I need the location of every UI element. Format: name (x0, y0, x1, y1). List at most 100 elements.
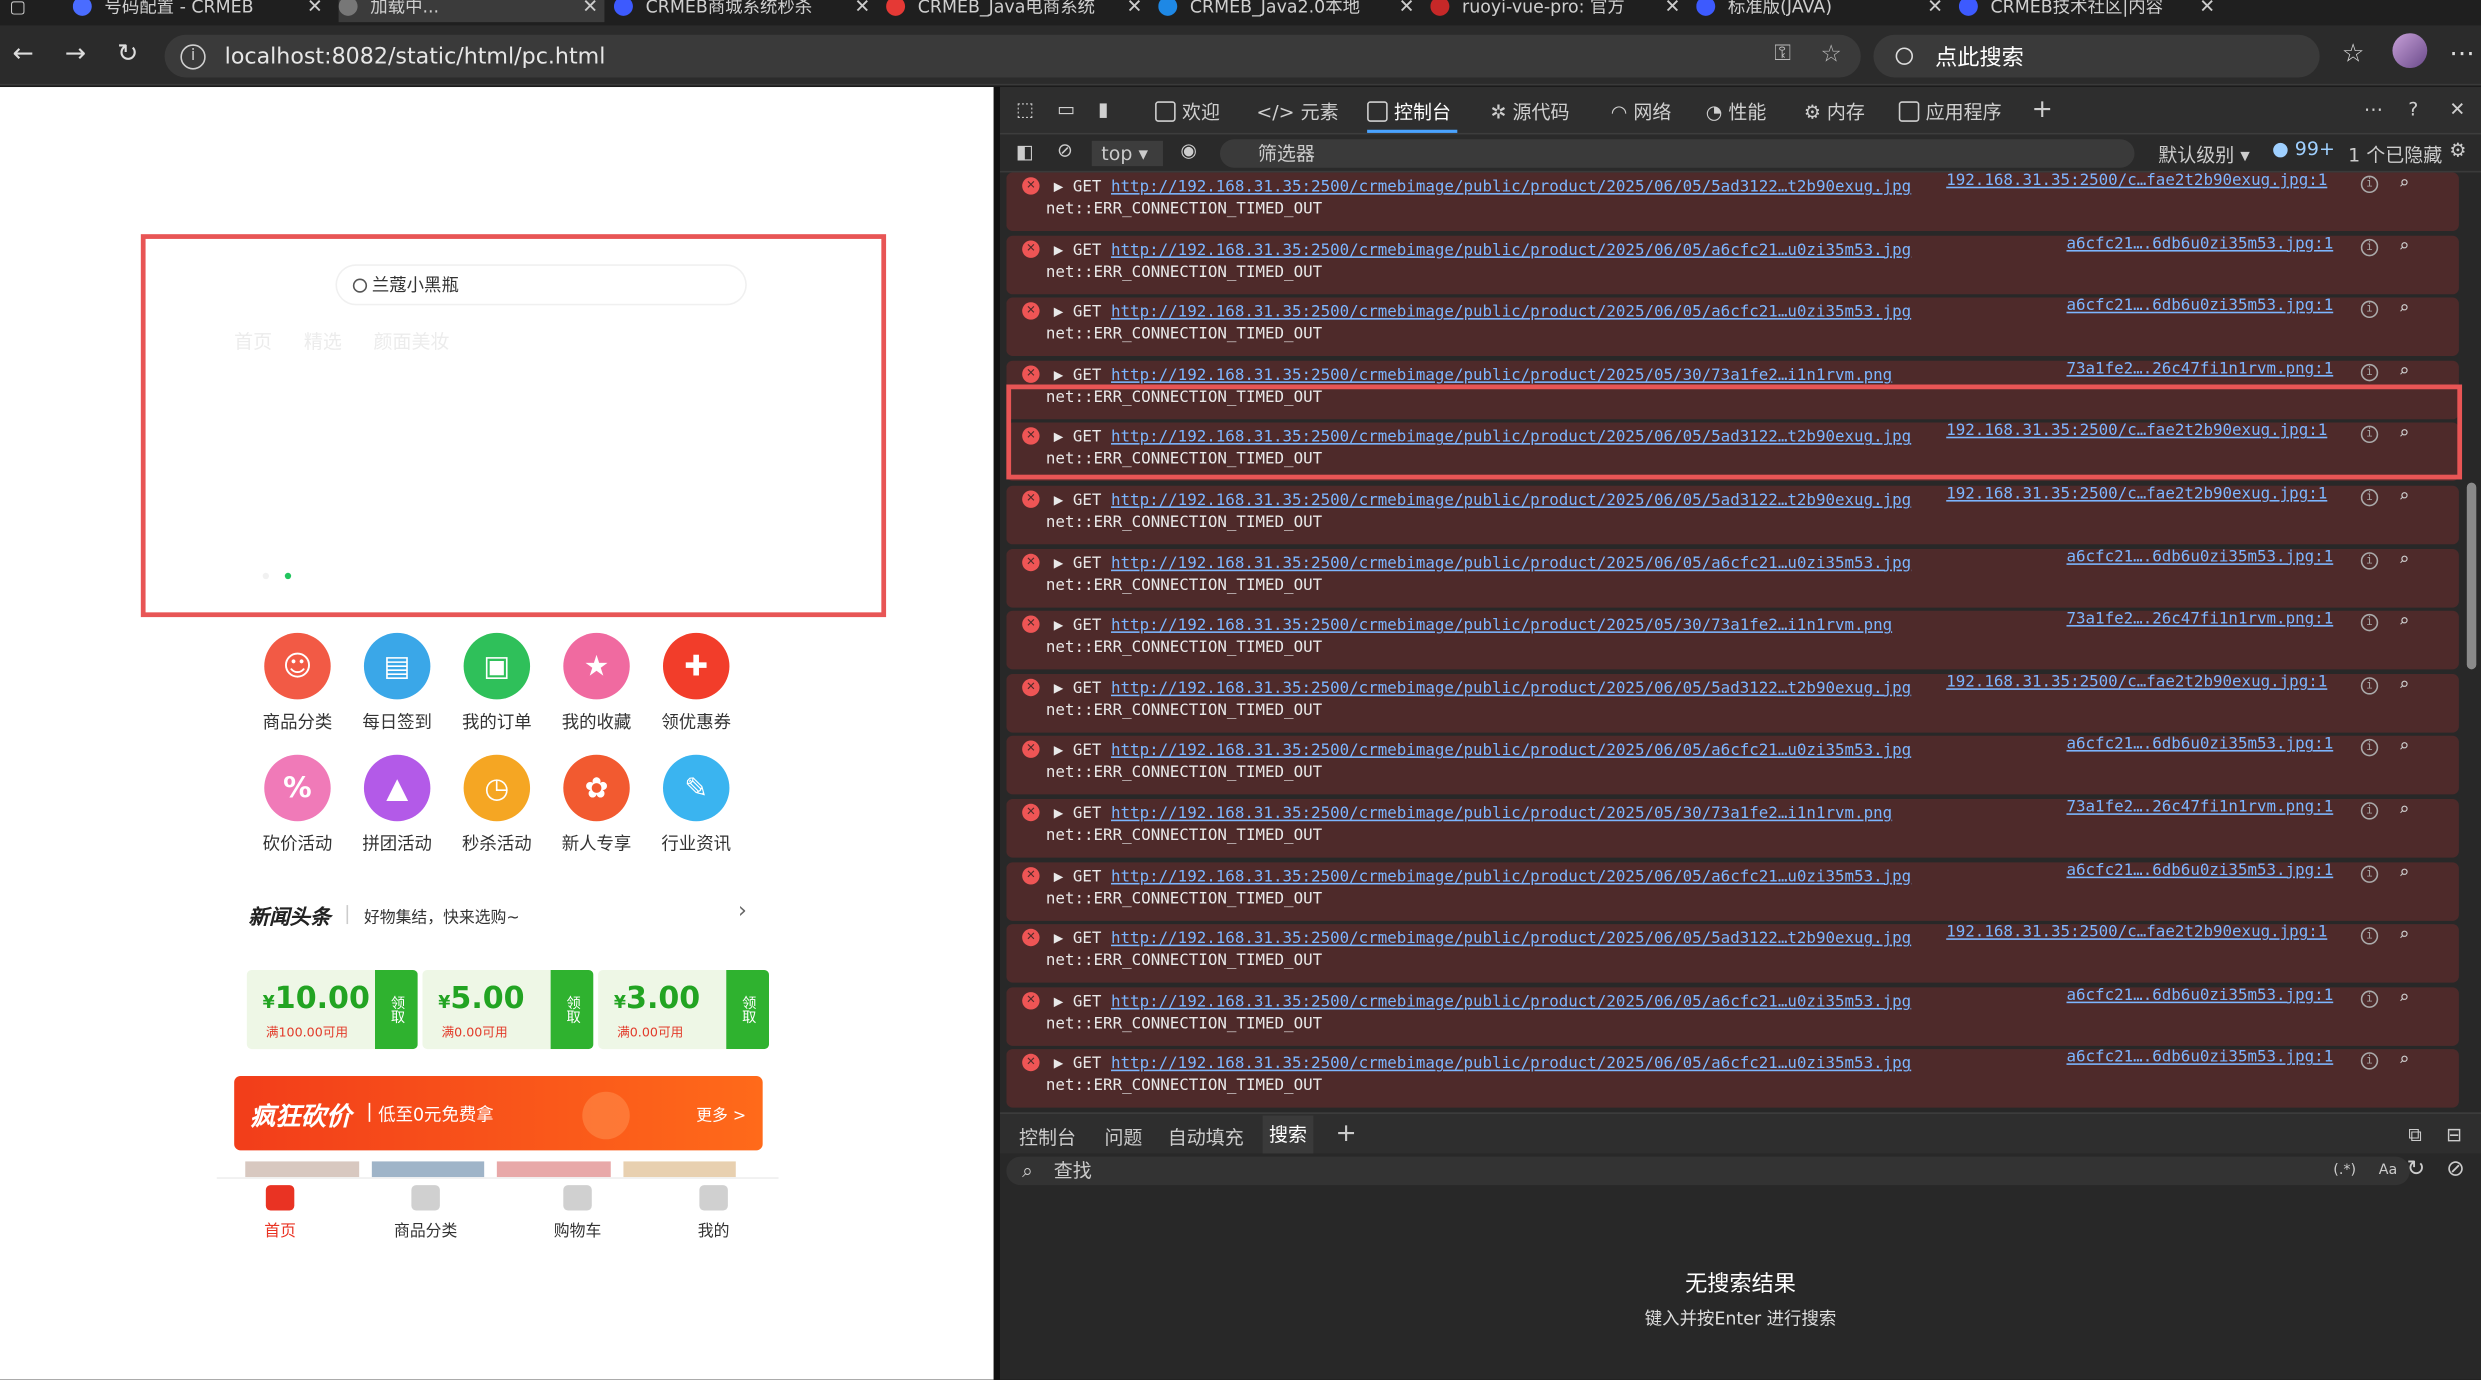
source-link[interactable]: a6cfc21….6db6u0zi35m53.jpg:1 (2066, 987, 2333, 1004)
browser-tab[interactable]: CRMEB_Java电商系统 ✕ (886, 0, 1149, 22)
console-error-row[interactable]: ✕ ▶ GET http://192.168.31.35:2500/crmebim… (1006, 861, 2459, 921)
request-url-link[interactable]: http://192.168.31.35:2500/crmebimage/pub… (1111, 367, 1892, 384)
browser-tab[interactable]: CRMEB_Java2.0本地 ✕ (1158, 0, 1421, 22)
close-tab-icon[interactable]: ✕ (854, 0, 870, 17)
source-link[interactable]: a6cfc21….6db6u0zi35m53.jpg:1 (2066, 1050, 2333, 1067)
close-tab-icon[interactable]: ✕ (307, 0, 323, 17)
magnifier-icon[interactable]: ⌕ (2399, 486, 2409, 507)
browser-tab[interactable]: ruoyi-vue-pro: 官方 ✕ (1430, 0, 1686, 22)
magnifier-icon[interactable]: ⌕ (2399, 1050, 2409, 1071)
source-link[interactable]: 192.168.31.35:2500/c…fae2t2b90exug.jpg:1 (1946, 486, 2327, 503)
browser-tab[interactable]: 标准版(JAVA) ✕ (1696, 0, 1949, 22)
browser-tab[interactable]: CRMEB技术社区|内容 ✕ (1958, 0, 2222, 22)
request-url-link[interactable]: http://192.168.31.35:2500/crmebimage/pub… (1111, 931, 1911, 948)
request-line[interactable]: ▶ GET http://192.168.31.35:2500/crmebima… (1054, 805, 1892, 822)
more-icon[interactable]: ⋯ (2364, 98, 2383, 120)
info-icon[interactable]: i (2360, 990, 2379, 1008)
product-thumb[interactable] (496, 1161, 610, 1178)
drawer-tab-autofill[interactable]: 自动填充 (1168, 1123, 1244, 1150)
magnifier-icon[interactable]: ⌕ (2399, 862, 2409, 883)
bottom-nav-cart[interactable]: 购物车 (530, 1185, 625, 1241)
source-link[interactable]: a6cfc21….6db6u0zi35m53.jpg:1 (2066, 548, 2333, 565)
eye-icon[interactable]: ◉ (1180, 139, 1197, 161)
bargain-banner[interactable]: 疯狂砍价 低至0元免费拿 更多 > (234, 1075, 763, 1151)
drawer-tab-console[interactable]: 控制台 (1019, 1123, 1076, 1150)
info-icon[interactable]: i (2360, 802, 2379, 820)
close-tab-icon[interactable]: ✕ (1399, 0, 1415, 17)
more-menu-icon[interactable]: ⋯ (2449, 38, 2474, 68)
magnifier-icon[interactable]: ⌕ (2399, 298, 2409, 319)
device-toggle-icon[interactable]: ▭ (1057, 98, 1075, 120)
console-error-row[interactable]: ✕ ▶ GET http://192.168.31.35:2500/crmebim… (1006, 736, 2459, 795)
favorites-icon[interactable]: ☆ (2342, 38, 2365, 68)
request-url-link[interactable]: http://192.168.31.35:2500/crmebimage/pub… (1111, 805, 1892, 822)
console-scrollbar[interactable] (2465, 182, 2478, 1195)
magnifier-icon[interactable]: ⌕ (2399, 736, 2409, 757)
forward-icon[interactable]: → (65, 38, 86, 68)
refresh-search-icon[interactable]: ↻ (2407, 1157, 2426, 1182)
dock-icon[interactable]: ⧉ (2408, 1123, 2422, 1147)
console-error-row[interactable]: ✕ ▶ GET http://192.168.31.35:2500/crmebim… (1006, 673, 2459, 733)
request-url-link[interactable]: http://192.168.31.35:2500/crmebimage/pub… (1111, 743, 1911, 760)
request-url-link[interactable]: http://192.168.31.35:2500/crmebimage/pub… (1111, 555, 1911, 572)
info-icon[interactable]: i (2360, 175, 2379, 194)
info-icon[interactable]: i (2360, 363, 2379, 382)
source-link[interactable]: 192.168.31.35:2500/c…fae2t2b90exug.jpg:1 (1946, 924, 2327, 941)
menu-item[interactable]: ★ 我的收藏 (549, 632, 644, 734)
favorite-star-icon[interactable]: ☆ (1821, 40, 1842, 68)
bottom-nav-category[interactable]: 商品分类 (378, 1185, 473, 1241)
magnifier-icon[interactable]: ⌕ (2399, 987, 2409, 1008)
info-icon[interactable]: i (2360, 676, 2379, 695)
magnifier-icon[interactable]: ⌕ (2399, 360, 2409, 381)
magnifier-icon[interactable]: ⌕ (2399, 611, 2409, 632)
magnifier-icon[interactable]: ⌕ (2399, 235, 2409, 256)
request-line[interactable]: ▶ GET http://192.168.31.35:2500/crmebima… (1054, 555, 1911, 572)
console-error-row[interactable]: ✕ ▶ GET http://192.168.31.35:2500/crmebim… (1006, 987, 2459, 1046)
clear-console-icon[interactable]: ⊘ (1057, 139, 1073, 161)
source-link[interactable]: 73a1fe2….26c47fi1n1rvm.png:1 (2066, 360, 2333, 377)
regex-toggle-icon[interactable]: (.*) (2333, 1157, 2356, 1185)
info-icon[interactable]: i (2360, 614, 2379, 632)
back-icon[interactable]: ← (13, 38, 34, 68)
tab-performance[interactable]: ◔ 性能 (1706, 98, 1767, 125)
request-url-link[interactable]: http://192.168.31.35:2500/crmebimage/pub… (1111, 993, 1911, 1010)
source-link[interactable]: a6cfc21….6db6u0zi35m53.jpg:1 (2066, 298, 2333, 315)
menu-item[interactable]: ▤ 每日签到 (350, 632, 445, 734)
tab-sources[interactable]: ✲ 源代码 (1491, 98, 1570, 125)
drawer-tab-search[interactable]: 搜索 (1262, 1115, 1314, 1154)
info-icon[interactable]: i (2360, 238, 2379, 256)
info-icon[interactable]: i (2360, 551, 2379, 569)
source-link[interactable]: 192.168.31.35:2500/c…fae2t2b90exug.jpg:1 (1946, 172, 2327, 189)
request-line[interactable]: ▶ GET http://192.168.31.35:2500/crmebima… (1054, 743, 1911, 760)
close-tab-icon[interactable]: ✕ (1664, 0, 1680, 17)
product-thumb[interactable] (371, 1161, 485, 1178)
url-field[interactable]: i localhost:8082/static/html/pc.html ⚿ ☆ (164, 34, 1861, 78)
close-drawer-icon[interactable]: ⊟ (2446, 1123, 2462, 1145)
request-url-link[interactable]: http://192.168.31.35:2500/crmebimage/pub… (1111, 304, 1911, 321)
magnifier-icon[interactable]: ⌕ (2399, 172, 2409, 193)
product-thumb[interactable] (245, 1161, 359, 1178)
console-error-row[interactable]: ✕ ▶ GET http://192.168.31.35:2500/crmebim… (1006, 1049, 2459, 1109)
help-icon[interactable]: ? (2408, 98, 2418, 120)
request-line[interactable]: ▶ GET http://192.168.31.35:2500/crmebima… (1054, 1056, 1911, 1073)
info-icon[interactable]: i (2360, 927, 2379, 945)
window-menu-icon[interactable]: ▢ (9, 0, 41, 22)
drawer-search-input[interactable]: ⌕ 查找 (.*) Aa (1006, 1156, 2410, 1186)
level-select[interactable]: 默认级别 ▾ (2158, 141, 2250, 168)
close-icon[interactable]: ✕ (2449, 98, 2465, 120)
request-line[interactable]: ▶ GET http://192.168.31.35:2500/crmebima… (1054, 868, 1911, 885)
browser-search-box[interactable]: 点此搜索 (1873, 34, 2320, 78)
tab-elements[interactable]: </> 元素 (1256, 98, 1338, 125)
info-icon[interactable]: i (2360, 864, 2379, 883)
add-tab-icon[interactable]: + (2032, 93, 2053, 123)
tab-console[interactable]: 控制台 (1367, 98, 1458, 133)
source-link[interactable]: 73a1fe2….26c47fi1n1rvm.png:1 (2066, 611, 2333, 628)
clear-search-icon[interactable]: ⊘ (2446, 1157, 2465, 1182)
info-icon[interactable]: i (2360, 1052, 2379, 1071)
tab-memory[interactable]: ⚙ 内存 (1804, 98, 1865, 125)
chevron-right-icon[interactable]: › (738, 899, 747, 924)
sidebar-toggle-icon[interactable]: ◧ (1016, 141, 1034, 163)
bargain-more-link[interactable]: 更多 > (696, 1101, 746, 1125)
menu-item[interactable]: ▣ 我的订单 (449, 632, 544, 734)
request-line[interactable]: ▶ GET http://192.168.31.35:2500/crmebima… (1054, 492, 1911, 509)
